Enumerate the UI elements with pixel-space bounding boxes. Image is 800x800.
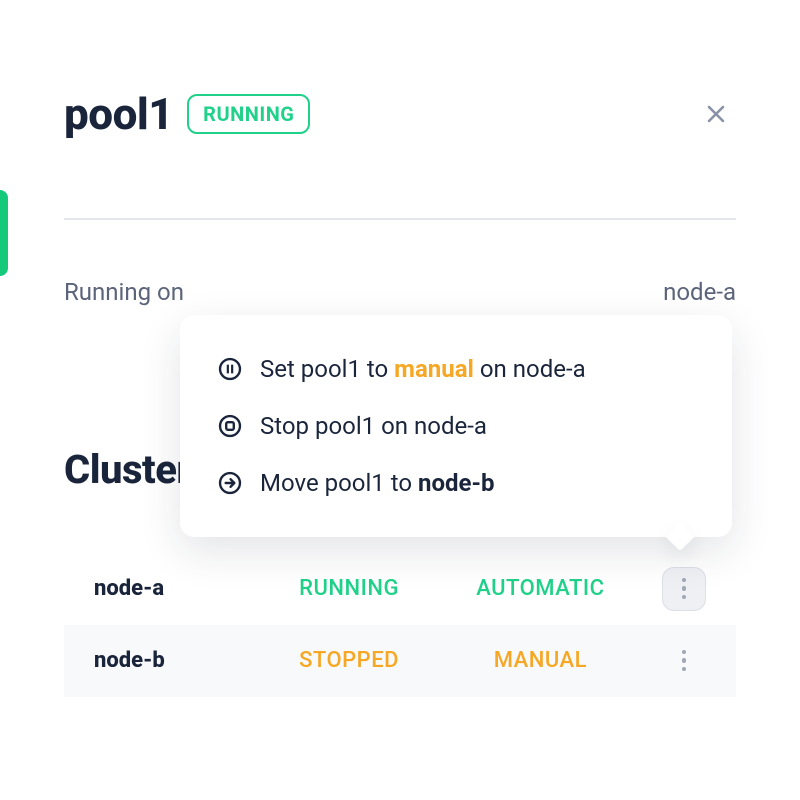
close-button[interactable] (696, 94, 736, 134)
dots-icon (682, 578, 687, 583)
menu-item-stop[interactable]: Stop pool1 on node-a (216, 398, 696, 455)
arrow-right-circle-icon (216, 469, 244, 497)
cluster-row-mode: AUTOMATIC (445, 576, 636, 601)
menu-item-label: Stop pool1 on node-a (260, 412, 487, 441)
panel-header: pool1 RUNNING (64, 88, 736, 140)
running-on-row: Running on node-a (64, 278, 736, 306)
cluster-row: node-a RUNNING AUTOMATIC (64, 553, 736, 625)
menu-item-set-manual[interactable]: Set pool1 to manual on node-a (216, 341, 696, 398)
cluster-row-node: node-b (94, 648, 253, 673)
cluster-row: node-b STOPPED MANUAL (64, 625, 736, 697)
divider (64, 218, 736, 220)
menu-item-move[interactable]: Move pool1 to node-b (216, 455, 696, 512)
pause-icon (216, 355, 244, 383)
cluster-table: node-a RUNNING AUTOMATIC node-b STOPPED … (64, 553, 736, 697)
row-actions-button[interactable] (662, 567, 706, 611)
cluster-row-mode: MANUAL (445, 648, 636, 673)
row-actions-menu: Set pool1 to manual on node-a Stop pool1… (180, 315, 732, 537)
stop-icon (216, 412, 244, 440)
cluster-row-status: STOPPED (253, 648, 444, 673)
running-on-label: Running on (64, 278, 184, 306)
row-actions-button[interactable] (662, 639, 706, 683)
accent-bar (0, 190, 8, 276)
menu-item-label: Set pool1 to manual on node-a (260, 355, 586, 384)
close-icon (704, 102, 728, 126)
cluster-row-node: node-a (94, 576, 253, 601)
dots-icon (682, 650, 687, 655)
menu-item-label: Move pool1 to node-b (260, 469, 494, 498)
running-on-node: node-a (663, 278, 736, 306)
cluster-row-status: RUNNING (253, 576, 444, 601)
status-badge: RUNNING (187, 94, 310, 134)
pool-title: pool1 (64, 88, 173, 140)
